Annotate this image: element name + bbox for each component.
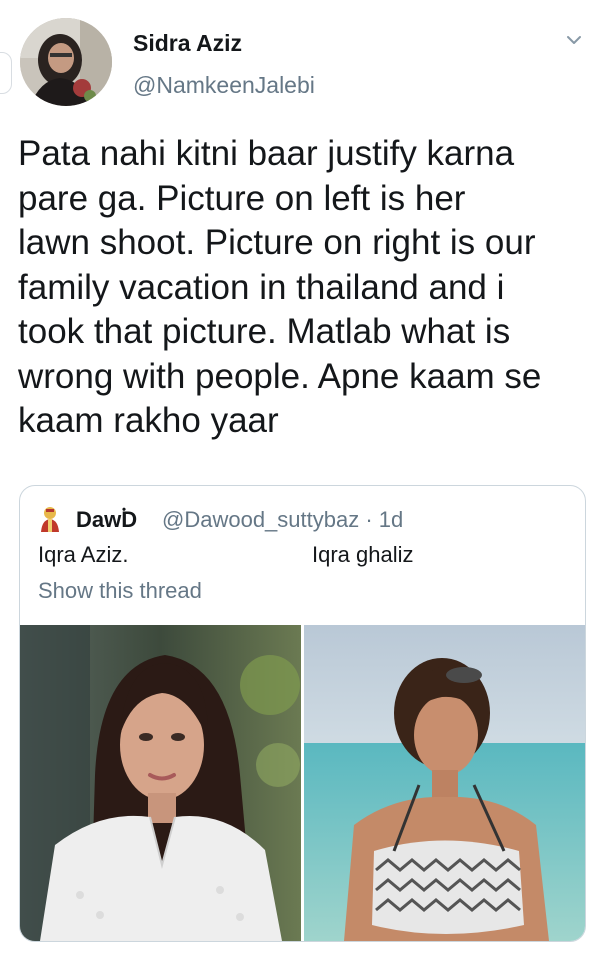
show-thread-link[interactable]: Show this thread [38, 578, 202, 604]
tweet: Sidra Aziz @NamkeenJalebi Pata nahi kitn… [0, 0, 597, 955]
edge-handle [0, 52, 12, 94]
quoted-text-left: Iqra Aziz. [38, 542, 129, 567]
display-name[interactable]: Sidra Aziz [133, 30, 242, 57]
avatar[interactable] [20, 18, 112, 106]
quoted-text-right: Iqra ghaliz [312, 542, 414, 567]
woman-in-white-dress-photo[interactable] [20, 625, 301, 941]
quoted-handle-and-time[interactable]: @Dawood_suttybaz · 1d [162, 507, 403, 533]
emoji-avatar[interactable] [38, 506, 62, 532]
tweet-text: Pata nahi kitni baar justify karna pare … [18, 134, 542, 440]
woman-at-beach-photo[interactable] [304, 625, 585, 941]
quoted-tweet-card[interactable]: Daw۬D @Dawood_suttybaz · 1d Iqra Aziz. I… [19, 485, 586, 942]
chevron-down-icon[interactable] [564, 30, 584, 50]
user-handle[interactable]: @NamkeenJalebi [133, 72, 315, 99]
quoted-display-name[interactable]: Daw۬D [76, 507, 137, 533]
